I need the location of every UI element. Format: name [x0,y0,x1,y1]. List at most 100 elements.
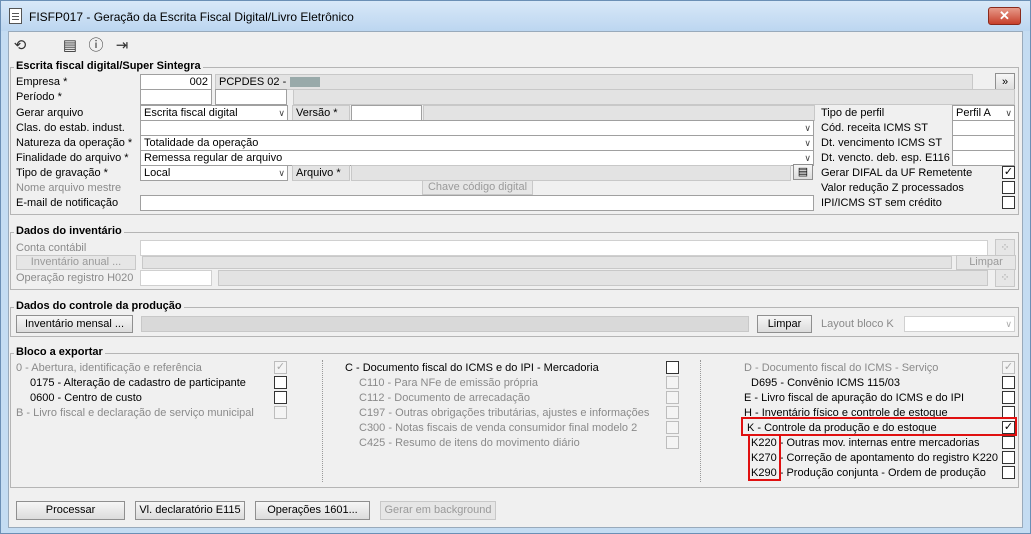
gerar-select[interactable]: Escrita fiscal digital ∨ [140,105,288,121]
bloco-item-checkbox[interactable] [666,361,679,374]
bloco-item-checkbox[interactable] [1002,436,1015,449]
tipo-perfil-select[interactable]: Perfil A ∨ [952,105,1015,121]
inventario-anual-field [142,256,952,269]
periodo-start-input[interactable] [140,89,212,105]
natureza-label: Natureza da operação * [16,137,133,149]
folder-browse-icon[interactable]: ▤ [793,164,813,180]
ipi-checkbox[interactable] [1002,196,1015,209]
empresa-code-input[interactable]: 002 [140,74,212,90]
inventario-mensal-button[interactable]: Inventário mensal ... [16,315,133,333]
chevron-down-icon: ∨ [1005,319,1012,329]
vl-declaratorio-button[interactable]: Vl. declaratório E115 [135,501,245,520]
exit-icon[interactable]: ⇥ [113,37,131,55]
sped-group-title: Escrita fiscal digital/Super Sintegra [14,60,203,72]
bloco-item-checkbox[interactable] [1002,466,1015,479]
finalidade-select[interactable]: Remessa regular de arquivo ∨ [140,150,814,166]
bloco-group-title: Bloco a exportar [14,346,105,358]
chevron-down-icon: ∨ [278,168,285,178]
dt-vencimento-input[interactable] [952,135,1015,151]
gerar-background-button[interactable]: Gerar em background [380,501,496,520]
tipo-gravacao-select[interactable]: Local ∨ [140,165,288,181]
column-divider [322,360,323,482]
versao-input[interactable] [351,105,422,121]
layout-bloco-select[interactable]: ∨ [904,316,1015,332]
bloco-item-label: C112 - Documento de arrecadação [359,392,531,404]
tipo-gravacao-label: Tipo de gravação * [16,167,108,179]
h020-search-icon[interactable]: ⁘ [995,269,1015,287]
conta-contabil-input[interactable] [140,240,988,256]
tipo-gravacao-value: Local [144,167,171,179]
bloco-item-label: C197 - Outras obrigações tributárias, aj… [359,407,650,419]
periodo-label: Período * [16,91,62,103]
periodo-description [293,89,1015,105]
window-title: FISFP017 - Geração da Escrita Fiscal Dig… [29,10,354,24]
bloco-item-checkbox[interactable] [666,436,679,449]
versao-label: Versão * [296,107,338,119]
arquivo-label: Arquivo * [296,167,341,179]
bloco-item-checkbox[interactable] [666,391,679,404]
h020-label: Operação registro H020 [16,272,134,284]
bloco-item-label: C300 - Notas fiscais de venda consumidor… [359,422,638,434]
bloco-item-checkbox[interactable] [274,391,287,404]
inventario-limpar-button[interactable]: Limpar [956,255,1016,270]
title-bar: FISFP017 - Geração da Escrita Fiscal Dig… [1,1,1030,31]
highlight-k-codes [748,434,781,481]
difal-checkbox[interactable]: ✓ [1002,166,1015,179]
chevron-down-icon: ∨ [1005,108,1012,118]
operacoes-button[interactable]: Operações 1601... [255,501,370,520]
natureza-value: Totalidade da operação [144,137,259,149]
inventario-anual-button[interactable]: Inventário anual ... [16,255,136,270]
bloco-item-checkbox[interactable] [1002,391,1015,404]
bloco-item-label: K290 - Produção conjunta - Ordem de prod… [751,467,986,479]
natureza-select[interactable]: Totalidade da operação ∨ [140,135,814,151]
reducao-checkbox[interactable] [1002,181,1015,194]
chevron-down-icon: ∨ [804,123,811,133]
dt-vencto-label: Dt. vencto. deb. esp. E116 [821,152,950,164]
finalidade-value: Remessa regular de arquivo [144,152,283,164]
bloco-item-checkbox[interactable] [274,406,287,419]
empresa-name: PCPDES 02 - [219,76,287,88]
refresh-icon[interactable]: ⟲ [11,37,29,55]
bloco-item-label: 0600 - Centro de custo [30,392,142,404]
arquivo-label-box: Arquivo * [292,165,350,181]
gerar-value: Escrita fiscal digital [144,107,238,119]
bloco-item-checkbox[interactable] [666,406,679,419]
cod-receita-label: Cód. receita ICMS ST [821,122,928,134]
versao-label-box: Versão * [292,105,350,121]
email-input[interactable] [140,195,814,211]
bloco-item-checkbox[interactable] [274,376,287,389]
chave-codigo-button[interactable]: Chave código digital [422,180,533,195]
bloco-item-label: 0175 - Alteração de cadastro de particip… [30,377,246,389]
bloco-item-label: C425 - Resumo de itens do movimento diár… [359,437,580,449]
email-label: E-mail de notificação [16,197,119,209]
periodo-end-input[interactable] [215,89,287,105]
bloco-item-label: K270 - Correção de apontamento do regist… [751,452,999,464]
dt-vencto-input[interactable] [952,150,1015,166]
bloco-item-checkbox[interactable] [666,376,679,389]
bloco-item-checkbox[interactable]: ✓ [274,361,287,374]
ipi-label: IPI/ICMS ST sem crédito [821,197,942,209]
calendar-icon[interactable]: ▤ [61,37,79,55]
bloco-item-label: C - Documento fiscal do ICMS e do IPI - … [345,362,599,374]
bloco-item-checkbox[interactable]: ✓ [1002,361,1015,374]
clas-select[interactable]: ∨ [140,120,814,136]
close-button[interactable]: ✕ [988,7,1021,25]
bloco-item-label: 0 - Abertura, identificação e referência [16,362,202,374]
dt-vencimento-label: Dt. vencimento ICMS ST [821,137,943,149]
h020-description [218,270,988,286]
processar-button[interactable]: Processar [16,501,125,520]
finalidade-label: Finalidade do arquivo * [16,152,129,164]
gerar-label: Gerar arquivo [16,107,84,119]
bloco-item-checkbox[interactable] [666,421,679,434]
producao-limpar-button[interactable]: Limpar [757,315,812,333]
help-icon[interactable]: ⓘ [87,37,105,55]
cod-receita-input[interactable] [952,120,1015,136]
empresa-label: Empresa * [16,76,68,88]
bloco-item-label: B - Livro fiscal e declaração de serviço… [16,407,254,419]
h020-input[interactable] [140,270,212,286]
bloco-item-checkbox[interactable] [1002,451,1015,464]
nome-arquivo-label: Nome arquivo mestre [16,182,122,194]
clas-label: Clas. do estab. indust. [16,122,125,134]
bloco-item-checkbox[interactable] [1002,376,1015,389]
tipo-perfil-value: Perfil A [956,107,991,119]
